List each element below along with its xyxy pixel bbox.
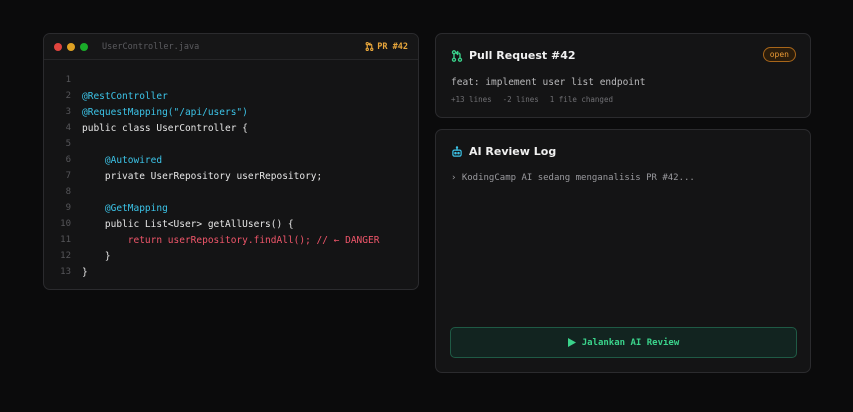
line-number: 4: [65, 123, 71, 133]
maximize-window-dot[interactable]: [80, 42, 88, 51]
lines-added: +13 lines: [451, 95, 492, 104]
review-log: › KodingCamp AI sedang menganalisis PR #…: [451, 173, 695, 183]
line-number: 13: [60, 267, 71, 277]
line-number: 2: [65, 91, 71, 101]
ai-review-card: AI Review Log › KodingCamp AI sedang men…: [435, 129, 811, 373]
code-line: 4 public class UserController {: [44, 120, 418, 136]
minimize-window-dot[interactable]: [67, 42, 75, 51]
line-number: 11: [60, 235, 71, 245]
line-number: 10: [60, 219, 71, 229]
code-text: }: [104, 250, 111, 262]
editor-filename: UserController.java: [102, 41, 200, 52]
git-pull-request-icon: [365, 42, 374, 51]
pr-stats: +13 lines -2 lines 1 file changed: [451, 95, 613, 104]
line-number: 3: [65, 107, 71, 117]
robot-icon: [452, 145, 462, 157]
code-text: public class UserController {: [82, 122, 248, 134]
code-line: 5: [44, 136, 418, 152]
pull-request-card: Pull Request #42 open feat: implement us…: [435, 33, 811, 118]
code-line: 1: [44, 72, 418, 88]
code-text: @RestController: [82, 90, 168, 102]
code-area[interactable]: 1 2 @RestController 3 @RequestMapping("/api/…: [44, 60, 418, 280]
ai-review-title: AI Review Log: [451, 145, 556, 158]
line-number: 9: [65, 203, 71, 213]
code-text: @GetMapping: [104, 202, 168, 214]
pr-title: Pull Request #42: [469, 49, 576, 62]
line-number: 12: [60, 251, 71, 261]
pr-commit-message: feat: implement user list endpoint: [451, 77, 646, 88]
code-line: 3 @RequestMapping("/api/users"): [44, 104, 418, 120]
code-text: private UserRepository userRepository;: [104, 170, 323, 182]
status-badge: open: [762, 47, 796, 62]
files-changed: 1 file changed: [549, 95, 613, 104]
editor-header: UserController.java PR #42: [44, 34, 418, 60]
git-pull-request-icon: [451, 49, 463, 62]
line-number: 8: [65, 187, 71, 197]
code-text: public List<User> getAllUsers() {: [104, 218, 294, 230]
code-line: 10 public List<User> getAllUsers() {: [44, 216, 418, 232]
lines-removed: -2 lines: [502, 95, 539, 104]
code-line: 9 @GetMapping: [44, 200, 418, 216]
code-text: }: [82, 266, 88, 278]
code-line: 8: [44, 184, 418, 200]
code-line: 7 private UserRepository userRepository;: [44, 168, 418, 184]
pr-tag[interactable]: PR #42: [365, 42, 408, 52]
close-window-dot[interactable]: [54, 42, 62, 51]
pr-tag-label: PR #42: [377, 41, 408, 52]
run-ai-review-label: Jalankan AI Review: [581, 337, 680, 348]
code-line: 13}: [44, 264, 418, 280]
code-line: 2 @RestController: [44, 88, 418, 104]
code-line: 12 }: [44, 248, 418, 264]
code-text: @RequestMapping("/api/users"): [82, 106, 248, 118]
code-text: return userRepository.findAll(); // ← DA…: [127, 234, 380, 246]
line-number: 6: [65, 155, 71, 165]
code-line: 11 return userRepository.findAll(); // ←…: [44, 232, 418, 248]
pr-card-title: Pull Request #42: [451, 49, 576, 62]
code-text: @Autowired: [104, 154, 163, 166]
log-prompt-icon: ›: [451, 173, 457, 183]
code-editor-panel: UserController.java PR #42 1 2 @RestContro…: [43, 33, 419, 290]
log-text: KodingCamp AI sedang menganalisis PR #42…: [461, 173, 695, 183]
play-icon: [567, 338, 576, 347]
code-line: 6 @Autowired: [44, 152, 418, 168]
line-number: 5: [65, 139, 71, 149]
ai-review-title-text: AI Review Log: [469, 145, 557, 158]
line-number: 7: [65, 171, 71, 181]
line-number: 1: [65, 75, 71, 85]
run-ai-review-button[interactable]: Jalankan AI Review: [450, 327, 797, 358]
